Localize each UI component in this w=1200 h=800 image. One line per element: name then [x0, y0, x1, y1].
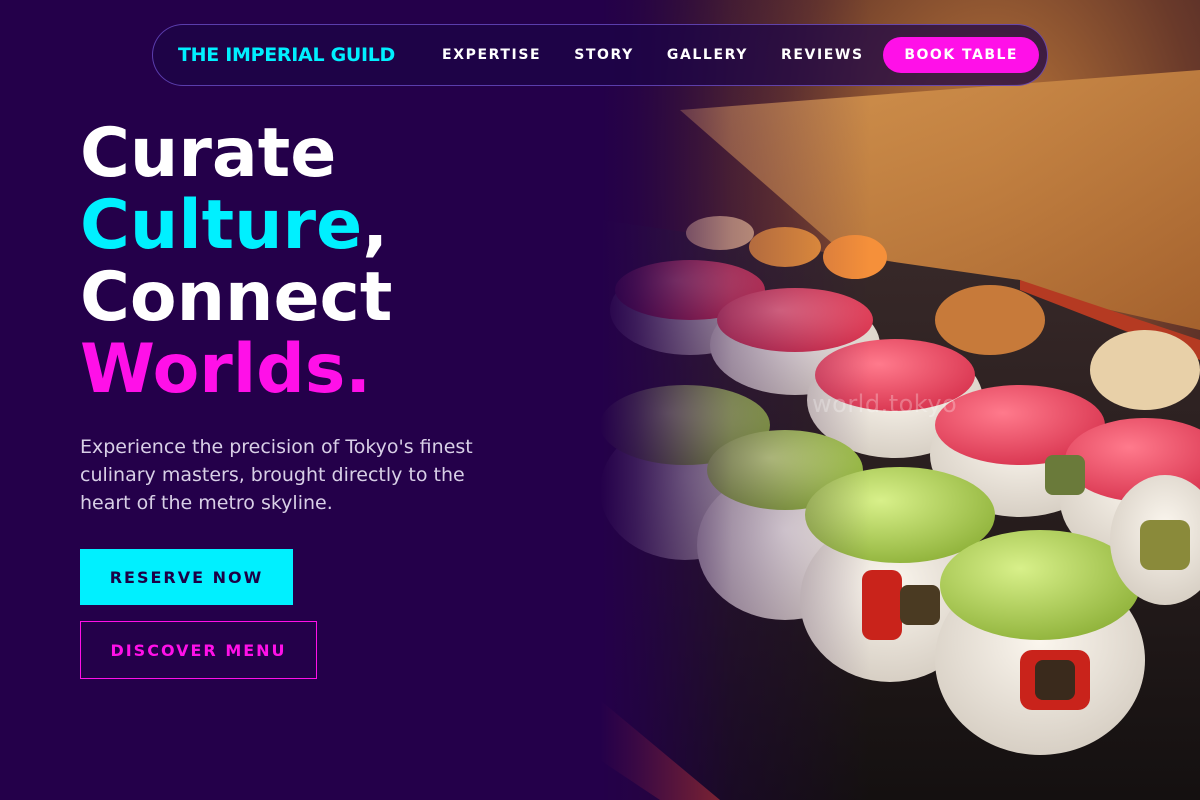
- book-table-button[interactable]: BOOK TABLE: [883, 37, 1039, 73]
- nav-link-reviews[interactable]: REVIEWS: [781, 47, 864, 63]
- brand-logo-text[interactable]: THE IMPERIAL GUILD: [178, 44, 395, 66]
- headline-accent-culture: Culture: [80, 186, 363, 265]
- headline-accent-worlds: Worlds.: [80, 330, 372, 409]
- hero-image-sushi: world.tokyo: [600, 0, 1200, 800]
- nav-links: EXPERTISE STORY GALLERY REVIEWS: [442, 47, 864, 63]
- discover-menu-button[interactable]: DISCOVER MENU: [80, 621, 317, 679]
- headline-line-2: Culture,: [80, 190, 392, 262]
- hero-headline: Curate Culture, Connect Worlds.: [80, 118, 392, 406]
- reserve-now-button[interactable]: RESERVE NOW: [80, 549, 293, 605]
- headline-comma: ,: [362, 186, 389, 265]
- nav-link-story[interactable]: STORY: [574, 47, 634, 63]
- landing-page: world.tokyo THE IMPERIAL GUILD EXPERTISE…: [0, 0, 1200, 800]
- image-watermark: world.tokyo: [812, 390, 958, 418]
- headline-line-1: Curate: [80, 114, 337, 193]
- hero-description: Experience the precision of Tokyo's fine…: [80, 436, 473, 514]
- nav-link-gallery[interactable]: GALLERY: [667, 47, 748, 63]
- top-navigation: THE IMPERIAL GUILD EXPERTISE STORY GALLE…: [152, 24, 1048, 86]
- headline-line-3: Connect: [80, 258, 393, 337]
- nav-link-expertise[interactable]: EXPERTISE: [442, 47, 541, 63]
